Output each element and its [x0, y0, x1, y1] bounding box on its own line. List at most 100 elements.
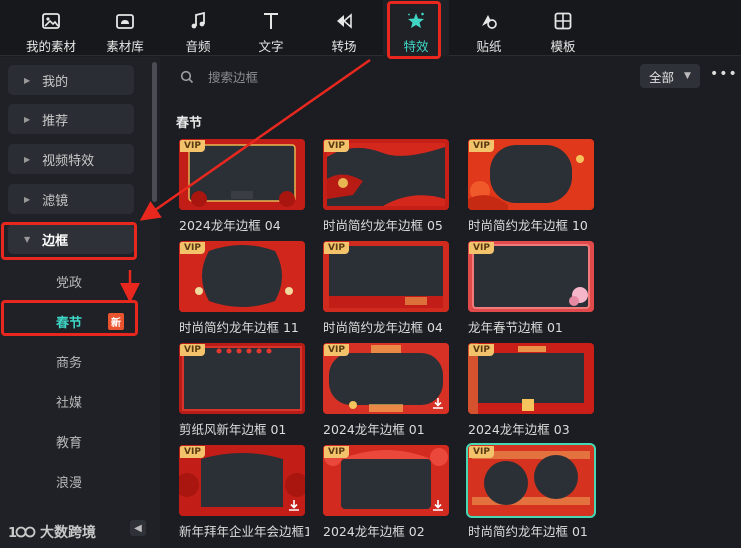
sticker-icon: [482, 15, 497, 29]
svg-text:1: 1: [8, 526, 17, 541]
caret-right-icon: ▶: [24, 154, 31, 164]
border-card[interactable]: VIP 时尚简约龙年边框 10: [468, 139, 594, 234]
vip-badge: VIP: [180, 242, 205, 254]
card-thumbnail: VIP: [323, 241, 449, 312]
logo-text: 大数跨境: [40, 525, 96, 541]
card-thumbnail: VIP: [323, 445, 449, 516]
sidebar-subitem-social[interactable]: 社媒: [56, 392, 82, 411]
vip-badge: VIP: [469, 242, 494, 254]
caret-right-icon: ▶: [24, 75, 31, 85]
watermark-logo: 1 大数跨境: [8, 522, 96, 542]
border-card[interactable]: VIP 2024龙年边框 01: [323, 343, 449, 438]
sidebar-scrollbar[interactable]: [152, 62, 157, 202]
text-icon: [264, 13, 278, 29]
filter-value: 全部: [649, 69, 675, 85]
vip-badge: VIP: [324, 344, 349, 356]
more-options-icon[interactable]: •••: [710, 66, 738, 82]
card-thumbnail: VIP: [323, 343, 449, 414]
annotation-highlight-borders: [1, 222, 137, 260]
sidebar-item-filters[interactable]: ▶ 滤镜: [8, 184, 134, 214]
caret-right-icon: ▶: [24, 194, 31, 204]
sidebar-item-label: 视频特效: [42, 153, 95, 169]
border-card[interactable]: VIP 时尚简约龙年边框 05: [323, 139, 449, 234]
music-note-icon: [191, 11, 205, 29]
filter-dropdown[interactable]: 全部 ▼: [640, 64, 700, 88]
card-thumbnail: VIP: [468, 241, 594, 312]
annotation-highlight-effects: [387, 1, 441, 59]
tab-sticker[interactable]: 贴纸: [456, 0, 522, 56]
tab-audio[interactable]: 音频: [165, 0, 231, 56]
cloud-library-icon: [116, 14, 134, 29]
border-card[interactable]: VIP 时尚简约龙年边框 01: [466, 443, 596, 540]
top-toolbar: 我的素材 素材库 音频 文字 转场 特效 贴纸 模板: [0, 0, 741, 56]
download-icon[interactable]: [431, 396, 445, 410]
tab-transition[interactable]: 转场: [311, 0, 377, 56]
border-card[interactable]: VIP 龙年春节边框 01: [468, 241, 594, 336]
chevron-left-icon: ◀: [134, 522, 142, 534]
card-title: 新年拜年企业年会边框1: [179, 524, 309, 539]
border-card[interactable]: VIP 新年拜年企业年会边框1: [179, 445, 309, 540]
vip-badge: VIP: [180, 446, 205, 458]
section-title: 春节: [176, 116, 203, 131]
vip-badge: VIP: [180, 344, 205, 356]
border-card[interactable]: VIP 剪纸风新年边框 01: [179, 343, 305, 438]
vip-badge: VIP: [180, 140, 205, 152]
card-title: 2024龙年边框 04: [179, 218, 281, 233]
sidebar-item-recommended[interactable]: ▶ 推荐: [8, 104, 134, 134]
card-thumbnail: VIP: [468, 343, 594, 414]
search-bar: [170, 65, 530, 89]
transition-icon: [337, 13, 352, 29]
border-card[interactable]: VIP 2024龙年边框 03: [468, 343, 594, 438]
tab-library[interactable]: 素材库: [92, 0, 158, 56]
sidebar-item-label: 推荐: [42, 113, 69, 129]
card-title: 时尚简约龙年边框 04: [323, 320, 443, 335]
sidebar-subitem-education[interactable]: 教育: [56, 432, 82, 451]
card-title: 时尚简约龙年边框 11: [179, 320, 299, 335]
card-title: 2024龙年边框 01: [323, 422, 425, 437]
chevron-down-icon: ▼: [684, 71, 691, 81]
tab-template[interactable]: 模板: [530, 0, 596, 56]
card-thumbnail: VIP: [179, 241, 305, 312]
sidebar-item-mine[interactable]: ▶ 我的: [8, 65, 134, 95]
sidebar-item-label: 滤镜: [42, 193, 69, 209]
card-title: 龙年春节边框 01: [468, 320, 563, 335]
tab-transition-label: 转场: [331, 39, 357, 54]
caret-right-icon: ▶: [24, 114, 31, 124]
sidebar-subitem-romance[interactable]: 浪漫: [56, 472, 82, 491]
collapse-sidebar-button[interactable]: ◀: [130, 520, 146, 536]
download-icon[interactable]: [431, 498, 445, 512]
tab-template-label: 模板: [550, 39, 576, 54]
tab-text-label: 文字: [258, 39, 284, 54]
vip-badge: VIP: [324, 140, 349, 152]
tab-library-label: 素材库: [106, 39, 144, 54]
sidebar-subitem-party[interactable]: 党政: [56, 272, 82, 291]
sidebar-item-label: 我的: [42, 74, 69, 90]
tab-my-media-label: 我的素材: [25, 39, 76, 54]
card-title: 2024龙年边框 03: [468, 422, 570, 437]
vip-badge: VIP: [469, 344, 494, 356]
card-title: 时尚简约龙年边框 01: [468, 524, 588, 539]
vip-badge: VIP: [469, 140, 494, 152]
border-card[interactable]: VIP 2024龙年边框 02: [323, 445, 449, 540]
download-icon[interactable]: [287, 498, 301, 512]
sidebar-subitem-business[interactable]: 商务: [56, 352, 82, 371]
vip-badge: VIP: [469, 446, 494, 458]
annotation-highlight-spring: [1, 300, 138, 336]
search-input[interactable]: [208, 69, 508, 85]
border-card[interactable]: VIP 时尚简约龙年边框 11: [179, 241, 305, 336]
card-thumbnail: VIP: [468, 139, 594, 210]
border-card[interactable]: VIP 时尚简约龙年边框 04: [323, 241, 449, 336]
card-thumbnail: VIP: [323, 139, 449, 210]
border-card[interactable]: VIP 2024龙年边框 04: [179, 139, 305, 234]
card-thumbnail: VIP: [179, 343, 305, 414]
card-title: 时尚简约龙年边框 05: [323, 218, 443, 233]
card-title: 2024龙年边框 02: [323, 524, 425, 539]
sidebar-item-video-effects[interactable]: ▶ 视频特效: [8, 144, 134, 174]
tab-text[interactable]: 文字: [238, 0, 304, 56]
card-thumbnail: VIP: [179, 445, 305, 516]
template-icon: [554, 12, 572, 30]
tab-my-media[interactable]: 我的素材: [18, 0, 84, 56]
logo-mark-icon: 1: [8, 526, 36, 541]
effects-panel: 全部 ▼ ••• 春节 VIP 2024龙年边框 04 VIP 时尚简约龙年边框 …: [162, 57, 741, 548]
card-thumbnail: VIP: [466, 443, 596, 518]
